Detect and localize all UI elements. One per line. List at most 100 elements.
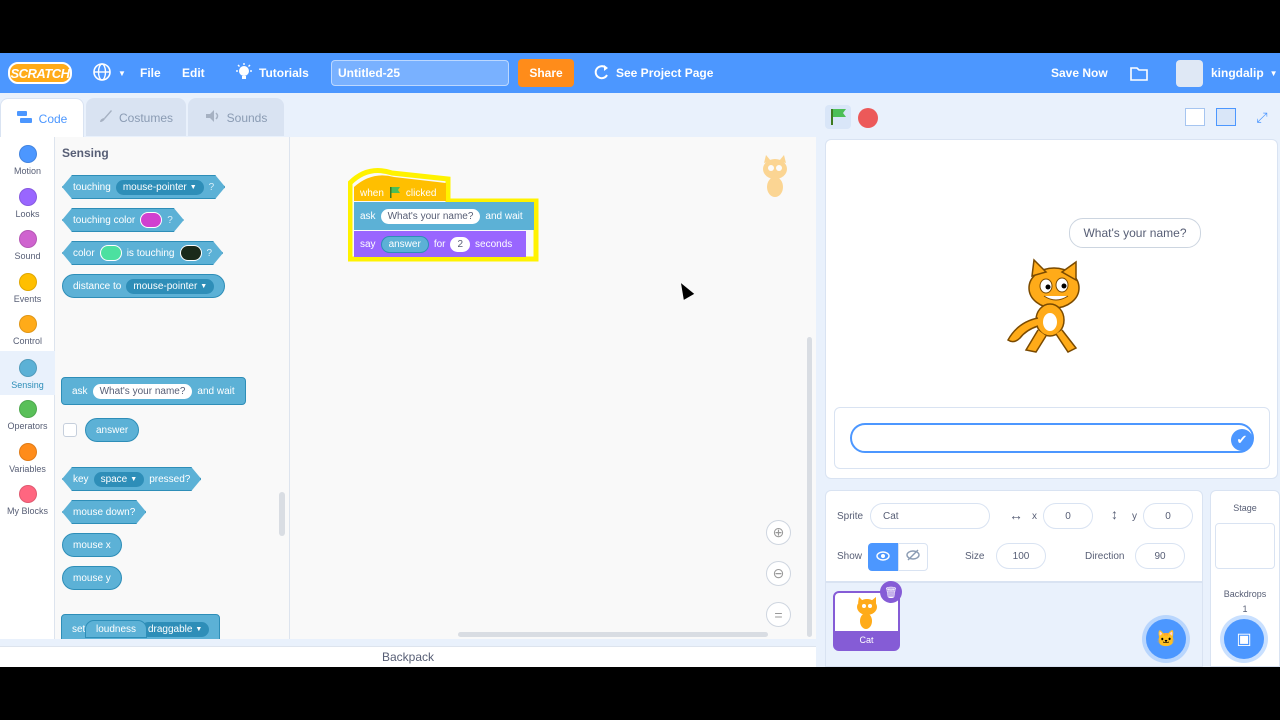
choose-sprite-button[interactable]: 🐱	[1146, 619, 1186, 659]
palette-scrollbar[interactable]	[279, 492, 285, 536]
drag-mode-dropdown[interactable]: draggable ▼	[140, 621, 210, 637]
category-sensing[interactable]: Sensing	[0, 351, 55, 395]
tab-sounds[interactable]: Sounds	[188, 98, 284, 136]
category-events[interactable]: Events	[0, 273, 55, 315]
answer-input[interactable]: ✔	[850, 423, 1254, 453]
remix-icon	[594, 64, 610, 83]
script-area[interactable]: when clicked ask What's your name? and w…	[290, 137, 816, 639]
block-text: mouse y	[73, 572, 111, 584]
stop-button[interactable]	[858, 108, 878, 128]
menu-bar: SCRATCH ▼ File Edit Tutorials Untitled-2…	[0, 53, 1280, 93]
project-title-input[interactable]: Untitled-25	[331, 60, 509, 86]
edit-menu[interactable]: Edit	[182, 53, 205, 93]
category-label: Variables	[9, 464, 46, 474]
tab-costumes[interactable]: Costumes	[86, 98, 186, 136]
block-mouse-y[interactable]: mouse y	[62, 566, 122, 590]
sprite-name-input[interactable]: Cat	[870, 503, 990, 529]
block-ask-and-wait[interactable]: ask What's your name? and wait	[61, 377, 246, 405]
block-ask-and-wait-script[interactable]: ask What's your name? and wait	[354, 203, 529, 229]
see-project-page-label: See Project Page	[616, 66, 714, 80]
category-variables[interactable]: Variables	[0, 443, 55, 485]
vertical-scrollbar[interactable]	[807, 337, 812, 637]
control-dot	[18, 315, 37, 333]
globe-icon	[92, 62, 112, 85]
block-say-for-seconds[interactable]: say answer for 2 seconds	[354, 232, 518, 256]
stage[interactable]: What's your name? ✔	[825, 139, 1278, 479]
ask-text-field[interactable]: What's your name?	[380, 208, 481, 224]
category-my-blocks[interactable]: My Blocks	[0, 485, 55, 527]
block-touching-color[interactable]: touching color ?	[62, 208, 184, 232]
block-text: for	[433, 238, 446, 250]
tab-code[interactable]: Code	[0, 98, 84, 138]
chevron-down-icon: ▼	[130, 475, 138, 483]
block-text: mouse x	[73, 539, 111, 551]
code-icon	[16, 111, 33, 126]
submit-answer-button[interactable]: ✔	[1231, 429, 1253, 451]
block-loudness[interactable]: loudness	[85, 620, 148, 638]
save-now-button[interactable]: Save Now	[1051, 53, 1108, 93]
tutorials-menu[interactable]: Tutorials	[235, 53, 309, 93]
size-input[interactable]: 100	[996, 543, 1046, 569]
category-label: Operators	[7, 421, 48, 431]
block-touching[interactable]: touching mouse-pointer ▼ ?	[62, 175, 225, 199]
block-key-pressed[interactable]: key space ▼ pressed?	[62, 467, 201, 491]
key-dropdown[interactable]: space ▼	[94, 472, 145, 487]
zoom-out-button[interactable]: ⊖	[766, 561, 791, 586]
category-motion[interactable]: Motion	[0, 145, 55, 187]
speaker-icon	[205, 109, 221, 126]
color-swatch[interactable]	[100, 245, 122, 261]
file-menu[interactable]: File	[140, 53, 161, 93]
answer-reporter[interactable]: answer	[380, 235, 429, 253]
cat-sprite[interactable]	[1004, 258, 1100, 363]
green-flag-button[interactable]	[825, 105, 851, 129]
color-swatch[interactable]	[180, 245, 202, 261]
block-color-is-touching[interactable]: color is touching ?	[62, 241, 223, 265]
x-input[interactable]: 0	[1043, 503, 1093, 529]
sprite-info-panel: Sprite Cat ↔ x 0 ↕ y 0 Show Size 100 Dir…	[825, 490, 1203, 582]
zoom-reset-button[interactable]: =	[766, 602, 791, 627]
block-mouse-down[interactable]: mouse down?	[62, 500, 146, 524]
show-hidden-button[interactable]	[898, 543, 928, 571]
green-flag-icon	[389, 186, 401, 201]
color-swatch[interactable]	[140, 212, 162, 228]
sprite-name-bar: Cat	[835, 631, 898, 649]
backpack[interactable]: Backpack	[0, 646, 816, 667]
share-button[interactable]: Share	[518, 59, 574, 87]
fullscreen-button[interactable]: ⤢	[1253, 108, 1271, 126]
avatar[interactable]	[1176, 60, 1203, 87]
category-sound[interactable]: Sound	[0, 230, 55, 272]
picture-icon: ▣	[1236, 631, 1252, 648]
block-distance-to[interactable]: distance to mouse-pointer ▼	[62, 274, 226, 298]
direction-input[interactable]: 90	[1135, 543, 1185, 569]
category-operators[interactable]: Operators	[0, 400, 55, 442]
horizontal-scrollbar[interactable]	[458, 632, 768, 637]
scratch-logo[interactable]: SCRATCH	[8, 62, 72, 84]
block-answer[interactable]: answer	[85, 418, 140, 442]
backdrops-label: Backdrops	[1223, 589, 1267, 599]
touching-target-dropdown[interactable]: mouse-pointer ▼	[116, 180, 204, 195]
show-visible-button[interactable]	[868, 543, 898, 571]
cat-face-icon: 🐱	[1156, 631, 1176, 648]
zoom-in-button[interactable]: ⊕	[766, 520, 791, 545]
answer-checkbox[interactable]	[63, 423, 77, 437]
green-flag-icon	[831, 109, 846, 125]
block-mouse-x[interactable]: mouse x	[62, 533, 122, 557]
delete-sprite-button[interactable]: 🗑	[880, 581, 902, 603]
account-menu[interactable]: kingdalip ▼	[1211, 53, 1278, 93]
small-stage-button[interactable]	[1185, 108, 1205, 126]
sprite-thumbnail-corner	[756, 155, 794, 208]
seconds-field[interactable]: 2	[450, 236, 471, 252]
category-looks[interactable]: Looks	[0, 188, 55, 230]
choose-backdrop-button[interactable]: ▣	[1224, 619, 1264, 659]
hat-when-flag-clicked[interactable]: when clicked	[354, 185, 442, 201]
distance-target-dropdown[interactable]: mouse-pointer ▼	[126, 278, 215, 294]
block-text: mouse down?	[73, 506, 136, 518]
fullscreen-icon: ⤢	[1256, 108, 1268, 125]
language-menu[interactable]: ▼	[92, 53, 126, 93]
ask-text-field[interactable]: What's your name?	[92, 383, 193, 399]
my-stuff-folder-icon[interactable]	[1129, 53, 1149, 93]
script-stack[interactable]: when clicked ask What's your name? and w…	[348, 165, 540, 265]
see-project-page-button[interactable]: See Project Page	[594, 53, 713, 93]
large-stage-button[interactable]	[1216, 108, 1236, 126]
y-input[interactable]: 0	[1143, 503, 1193, 529]
